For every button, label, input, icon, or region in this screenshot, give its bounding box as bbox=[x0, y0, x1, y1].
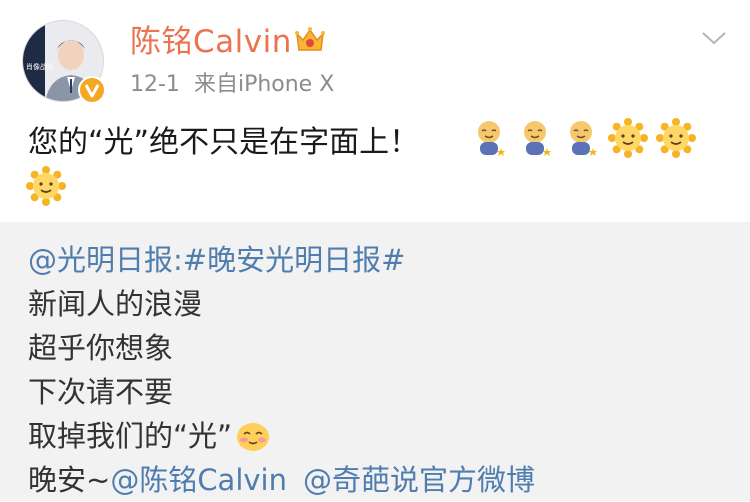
username[interactable]: 陈铭Calvin bbox=[130, 22, 292, 62]
chevron-down-icon[interactable] bbox=[700, 28, 728, 52]
repost-line-last: 取掉我们的“光” bbox=[28, 414, 535, 458]
repost-line: 下次请不要 bbox=[28, 375, 174, 409]
vip-crown-icon[interactable] bbox=[294, 26, 326, 58]
emoji-row bbox=[470, 118, 696, 162]
sun-emoji-icon bbox=[608, 118, 648, 162]
goodnight-text: 晚安~ bbox=[28, 463, 111, 497]
repost-line-source: @光明日报:#晚安光明日报# bbox=[28, 238, 535, 282]
post-meta: 12-1 来自iPhone X bbox=[130, 70, 334, 100]
hashtag-link[interactable]: #晚安光明日报# bbox=[183, 243, 406, 277]
colon: : bbox=[173, 243, 183, 277]
verified-v-icon bbox=[84, 84, 100, 98]
mention-calvin-link[interactable]: @陈铭Calvin bbox=[110, 463, 287, 497]
baby-emoji-icon bbox=[562, 118, 600, 162]
mention-source-link[interactable]: @光明日报 bbox=[28, 243, 173, 277]
post-header: 肖像战队 陈铭Calvin 12-1 来自iPhone X bbox=[0, 0, 750, 110]
repost-line-goodnight: 晚安~@陈铭Calvin @奇葩说官方微博 bbox=[28, 458, 535, 502]
repost-block[interactable]: @光明日报:#晚安光明日报# 新闻人的浪漫 超乎你想象 下次请不要 取掉我们的“… bbox=[0, 222, 750, 501]
sun-emoji-icon bbox=[656, 118, 696, 162]
repost-line: 超乎你想象 bbox=[28, 331, 174, 365]
baby-emoji-icon bbox=[516, 118, 554, 162]
post-text: 您的“光”绝不只是在字面上！ bbox=[28, 125, 420, 160]
repost-content: @光明日报:#晚安光明日报# 新闻人的浪漫 超乎你想象 下次请不要 取掉我们的“… bbox=[28, 238, 535, 502]
repost-line-text: 取掉我们的“光” bbox=[28, 419, 233, 453]
source-device[interactable]: iPhone X bbox=[238, 72, 334, 97]
mention-qipashuo-link[interactable]: @奇葩说官方微博 bbox=[303, 463, 535, 497]
source-prefix: 来自 bbox=[193, 72, 238, 97]
baby-emoji-icon bbox=[470, 118, 508, 162]
verified-badge bbox=[78, 76, 106, 104]
svg-text:肖像战队: 肖像战队 bbox=[26, 62, 54, 71]
sun-emoji-icon bbox=[26, 166, 66, 210]
repost-line: 新闻人的浪漫 bbox=[28, 287, 203, 321]
post-date: 12-1 bbox=[130, 72, 180, 97]
